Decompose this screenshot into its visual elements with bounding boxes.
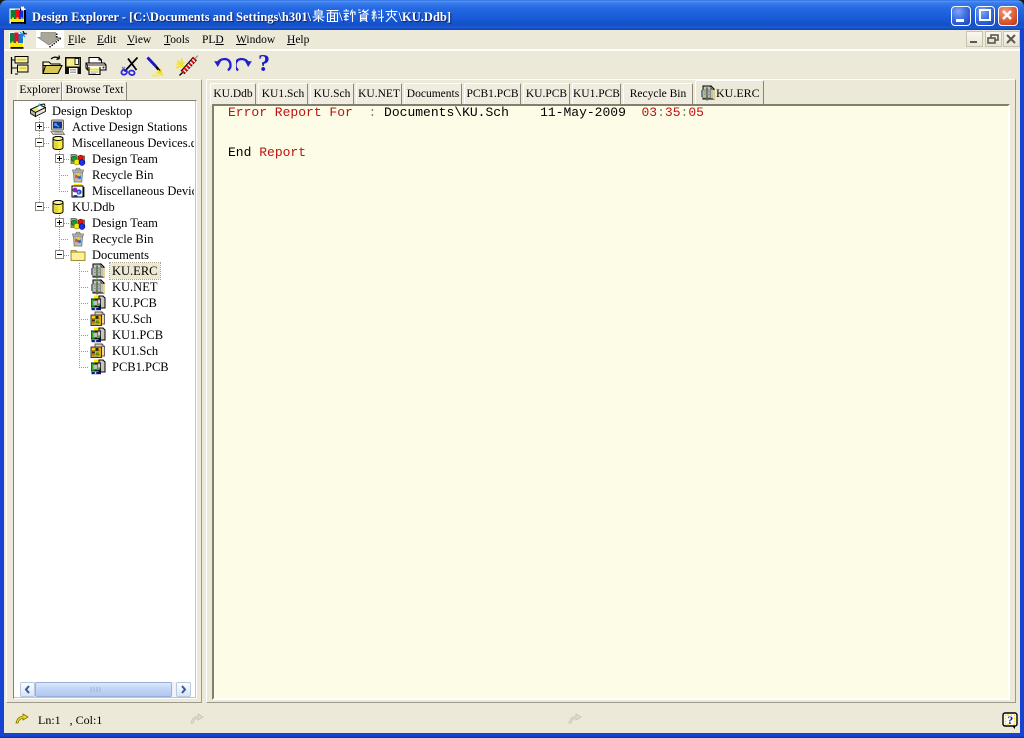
svg-text:?: ? [1007, 713, 1013, 727]
